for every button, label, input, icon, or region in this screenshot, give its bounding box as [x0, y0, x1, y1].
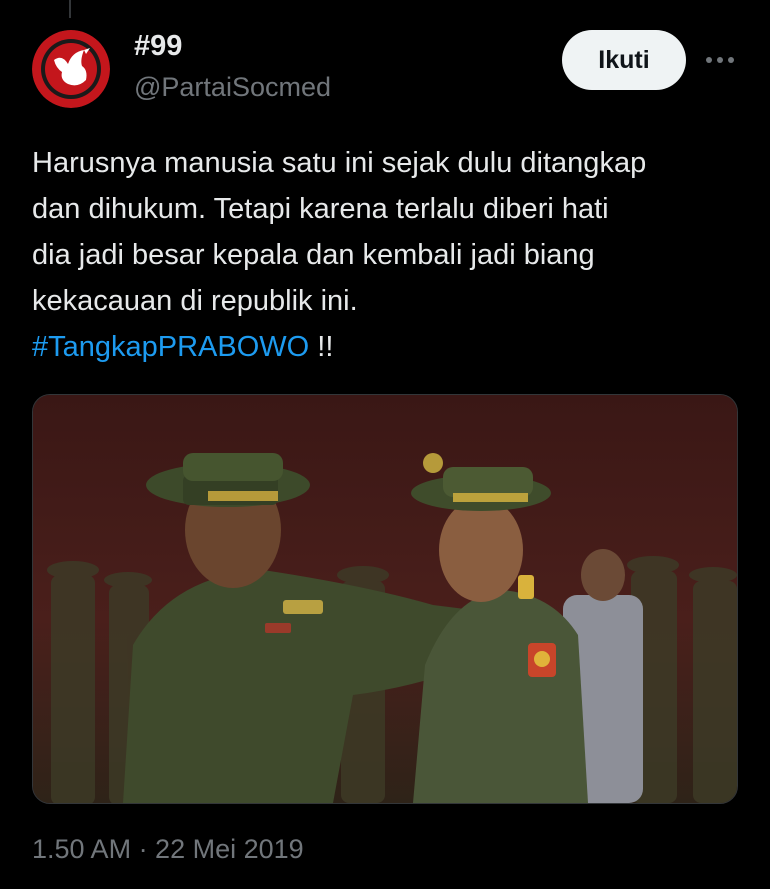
thread-connector-line [69, 0, 71, 18]
author-handle[interactable]: @PartaiSocmed [134, 72, 331, 103]
tweet-line: kekacauan di republik ini. [32, 285, 358, 317]
author-display-name[interactable]: #99 [134, 30, 182, 63]
tweet-text: Harusnya manusia satu ini sejak dulu dit… [32, 140, 744, 370]
tweet-timestamp[interactable]: 1.50 AM · 22 Mei 2019 [32, 834, 304, 865]
tweet-line: Harusnya manusia satu ini sejak dulu dit… [32, 147, 647, 179]
bird-logo-icon [32, 30, 110, 108]
follow-button[interactable]: Ikuti [562, 30, 686, 90]
hashtag-link[interactable]: #TangkapPRABOWO [32, 331, 309, 363]
more-options-icon [706, 57, 734, 63]
military-ceremony-photo [33, 395, 737, 803]
tweet-suffix: !! [309, 331, 334, 363]
more-options-button[interactable] [700, 40, 740, 80]
tweet-photo[interactable] [32, 394, 738, 804]
avatar[interactable] [32, 30, 110, 108]
tweet-line: dia jadi besar kepala dan kembali jadi b… [32, 239, 595, 271]
tweet-line: dan dihukum. Tetapi karena terlalu diber… [32, 193, 609, 225]
